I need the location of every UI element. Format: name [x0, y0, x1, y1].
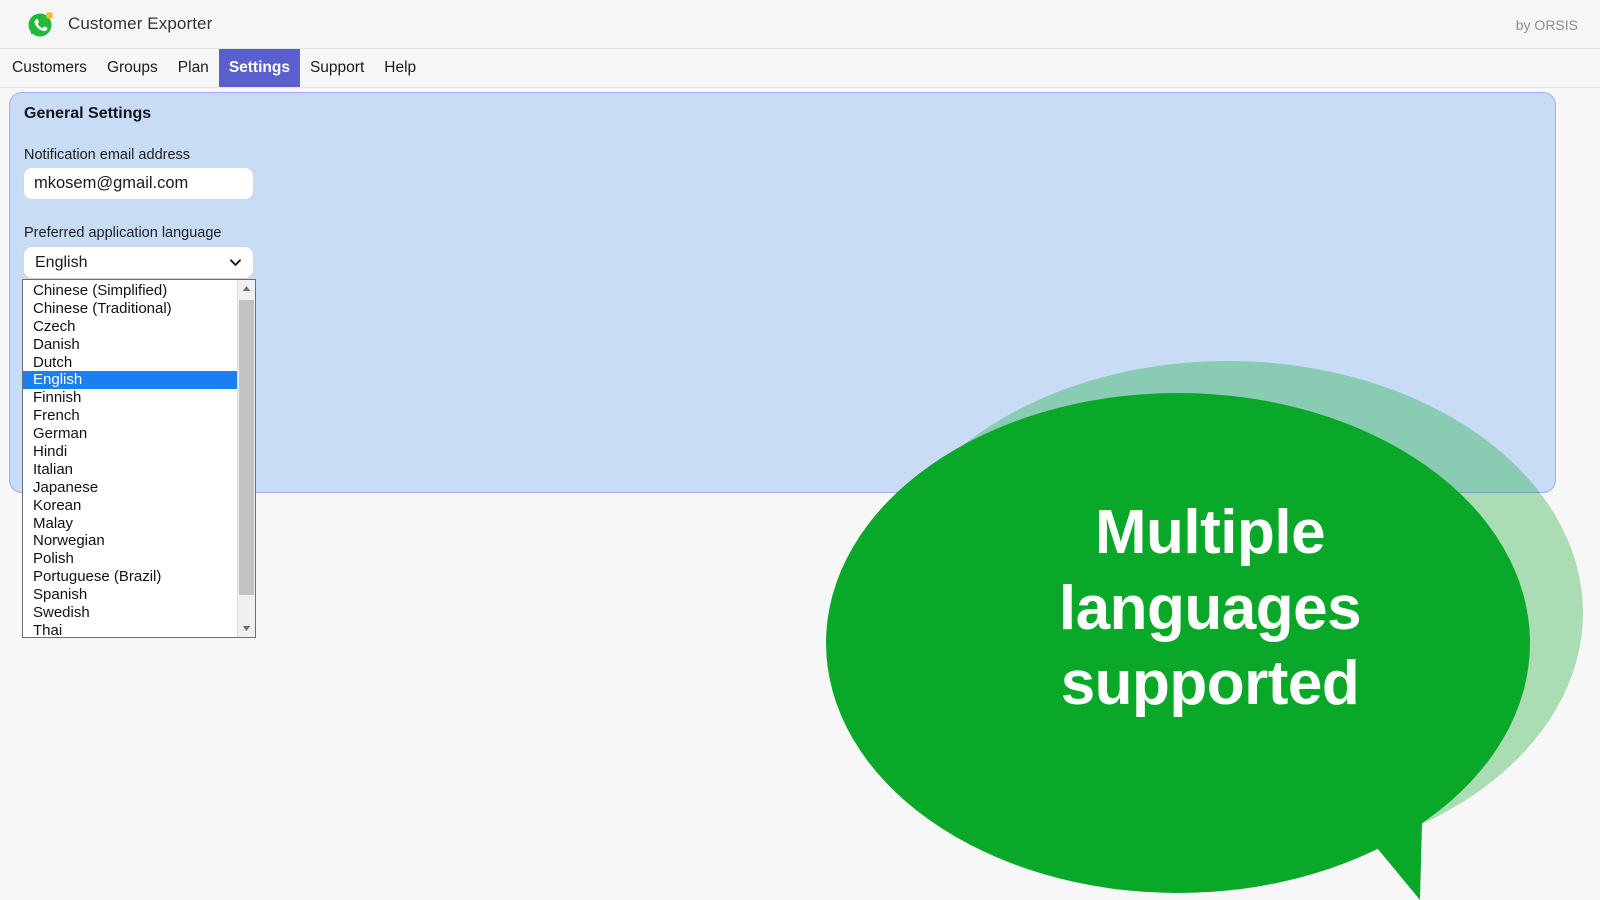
nav-item-groups[interactable]: Groups	[97, 49, 168, 87]
dropdown-option[interactable]: English	[23, 371, 237, 390]
app-window: Customer Exporter by ORSIS Customers Gro…	[0, 0, 1600, 900]
notification-email-input[interactable]	[23, 167, 254, 200]
dropdown-option[interactable]: Hindi	[23, 443, 237, 461]
nav-item-help[interactable]: Help	[374, 49, 426, 87]
dropdown-option[interactable]: Danish	[23, 336, 237, 354]
dropdown-option[interactable]: Norwegian	[23, 532, 237, 550]
dropdown-options[interactable]: Chinese (Simplified) Chinese (Traditional…	[23, 280, 237, 637]
callout-line-2: languages	[1058, 573, 1362, 643]
preferred-language-label: Preferred application language	[24, 225, 222, 241]
dropdown-option[interactable]: Czech	[23, 318, 237, 336]
dropdown-scrollbar[interactable]	[237, 280, 255, 637]
dropdown-option[interactable]: Thai	[23, 622, 237, 637]
dropdown-option[interactable]: Polish	[23, 550, 237, 568]
dropdown-option[interactable]: Spanish	[23, 586, 237, 604]
callout-line-1: Multiple	[1094, 498, 1326, 567]
dropdown-option[interactable]: Portuguese (Brazil)	[23, 568, 237, 586]
whatsapp-phone-icon	[28, 11, 54, 37]
nav-item-plan[interactable]: Plan	[168, 49, 219, 87]
app-title: Customer Exporter	[68, 14, 213, 33]
dropdown-option[interactable]: German	[23, 425, 237, 443]
nav-item-support[interactable]: Support	[300, 49, 374, 87]
dropdown-option[interactable]: French	[23, 407, 237, 425]
dropdown-option[interactable]: Malay	[23, 515, 237, 533]
scroll-down-arrow-icon[interactable]	[238, 620, 255, 637]
dropdown-option[interactable]: Chinese (Traditional)	[23, 300, 237, 318]
dropdown-option[interactable]: Finnish	[23, 389, 237, 407]
scroll-up-arrow-icon[interactable]	[238, 280, 255, 297]
nav-item-customers[interactable]: Customers	[2, 49, 97, 87]
dropdown-option[interactable]: Italian	[23, 461, 237, 479]
scrollbar-thumb[interactable]	[239, 300, 254, 595]
nav-item-settings[interactable]: Settings	[218, 49, 300, 87]
language-select[interactable]: English	[23, 246, 254, 279]
dropdown-option[interactable]: Korean	[23, 497, 237, 515]
language-select-value: English	[35, 253, 88, 271]
dropdown-option[interactable]: Swedish	[23, 604, 237, 622]
title-bar: Customer Exporter by ORSIS	[0, 0, 1600, 49]
chevron-down-icon	[229, 256, 242, 269]
language-dropdown-list[interactable]: Chinese (Simplified) Chinese (Traditional…	[22, 279, 256, 638]
panel-title: General Settings	[24, 105, 152, 122]
vendor-label: by ORSIS	[1515, 17, 1578, 33]
main-navigation: Customers Groups Plan Settings Support H…	[0, 49, 1600, 88]
notification-email-label: Notification email address	[24, 147, 191, 163]
dropdown-option[interactable]: Japanese	[23, 479, 237, 497]
dropdown-option[interactable]: Chinese (Simplified)	[23, 282, 237, 300]
callout-line-3: supported	[1060, 649, 1360, 719]
dropdown-option[interactable]: Dutch	[23, 354, 237, 372]
